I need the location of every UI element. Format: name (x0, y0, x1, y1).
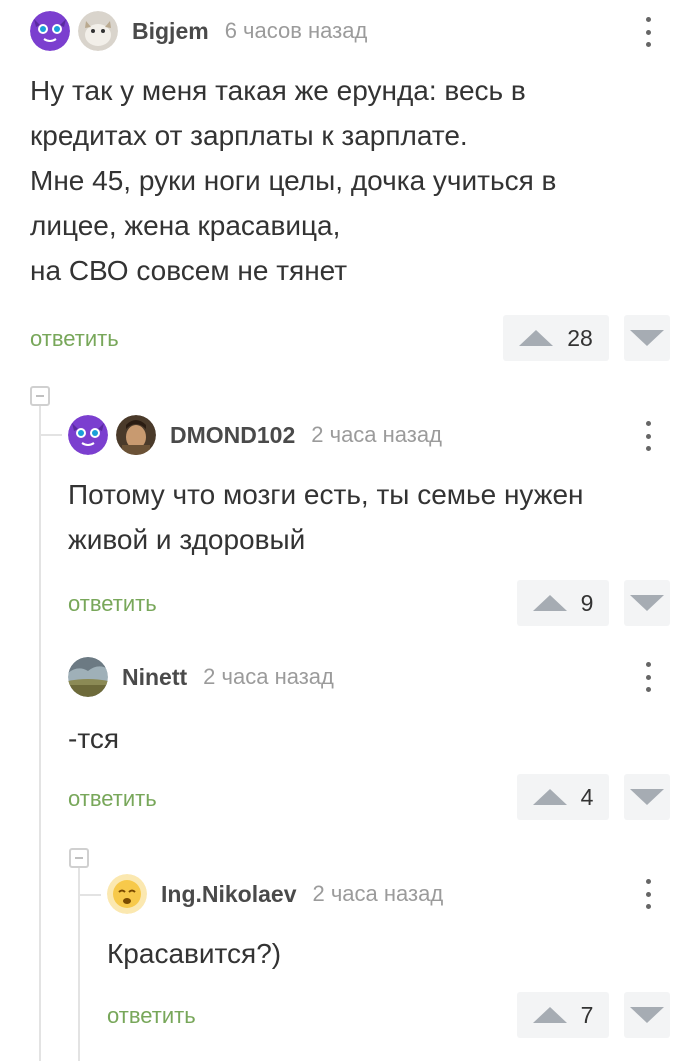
collapse-thread-toggle[interactable] (30, 386, 50, 406)
user-avatar[interactable] (68, 657, 108, 697)
comment-text: -тся (68, 723, 119, 754)
username[interactable]: Ninett (122, 664, 187, 691)
rating-count: 28 (567, 324, 593, 351)
username[interactable]: Ing.Nikolaev (161, 881, 296, 908)
comment-text: Потому что мозги есть, ты семье нужен жи… (68, 479, 584, 555)
more-options-icon[interactable] (645, 879, 651, 909)
rating-count: 9 (580, 589, 594, 616)
arrow-up-icon (519, 330, 554, 346)
timestamp: 2 часа назад (312, 881, 444, 906)
cat-avatar-icon (68, 415, 108, 455)
downvote-button[interactable] (624, 580, 670, 626)
arrow-down-icon (630, 789, 664, 805)
upvote-button[interactable]: 28 (503, 315, 609, 361)
timestamp: 2 часа назад (311, 422, 442, 447)
comment-header: DMOND102 2 часа назад (68, 415, 442, 455)
reply-button[interactable]: ответить (107, 1003, 196, 1029)
rating-count: 4 (580, 783, 594, 810)
thread-branch (79, 894, 101, 896)
timestamp: 2 часа назад (203, 664, 334, 689)
reply-button[interactable]: ответить (68, 786, 157, 812)
upvote-button[interactable]: 9 (517, 580, 609, 626)
more-options-icon[interactable] (645, 17, 651, 47)
thread-line-level-2 (78, 868, 80, 1061)
comment-header: Ninett 2 часа назад (68, 657, 334, 697)
username[interactable]: DMOND102 (170, 422, 295, 449)
reply-button[interactable]: ответить (30, 326, 119, 352)
more-options-icon[interactable] (645, 662, 651, 692)
arrow-up-icon (532, 1007, 567, 1023)
timestamp: 6 часов назад (224, 18, 368, 43)
downvote-button[interactable] (624, 315, 670, 361)
user-avatar[interactable] (78, 11, 118, 51)
more-options-icon[interactable] (645, 421, 651, 451)
thread-line-level-1 (39, 405, 41, 1061)
downvote-button[interactable] (624, 992, 670, 1038)
reply-button[interactable]: ответить (68, 591, 157, 617)
arrow-down-icon (630, 330, 664, 346)
upvote-button[interactable]: 4 (517, 774, 609, 820)
thread-branch (40, 434, 62, 436)
rating-count: 7 (580, 1001, 594, 1028)
upvote-button[interactable]: 7 (517, 992, 609, 1038)
comment-header: Bigjem 6 часов назад (30, 11, 367, 51)
arrow-down-icon (630, 1007, 664, 1023)
user-avatar[interactable] (107, 874, 147, 914)
comment-header: Ing.Nikolaev 2 часа назад (107, 874, 443, 914)
comment-text: Красавится?) (107, 938, 282, 969)
arrow-up-icon (532, 789, 567, 805)
user-avatar[interactable] (116, 415, 156, 455)
arrow-down-icon (630, 595, 664, 611)
cat-avatar-icon (30, 11, 70, 51)
username[interactable]: Bigjem (132, 18, 209, 45)
collapse-thread-toggle[interactable] (69, 848, 89, 868)
downvote-button[interactable] (624, 774, 670, 820)
arrow-up-icon (532, 595, 567, 611)
comment-text: Ну так у меня такая же ерунда: весь в кр… (30, 75, 557, 286)
